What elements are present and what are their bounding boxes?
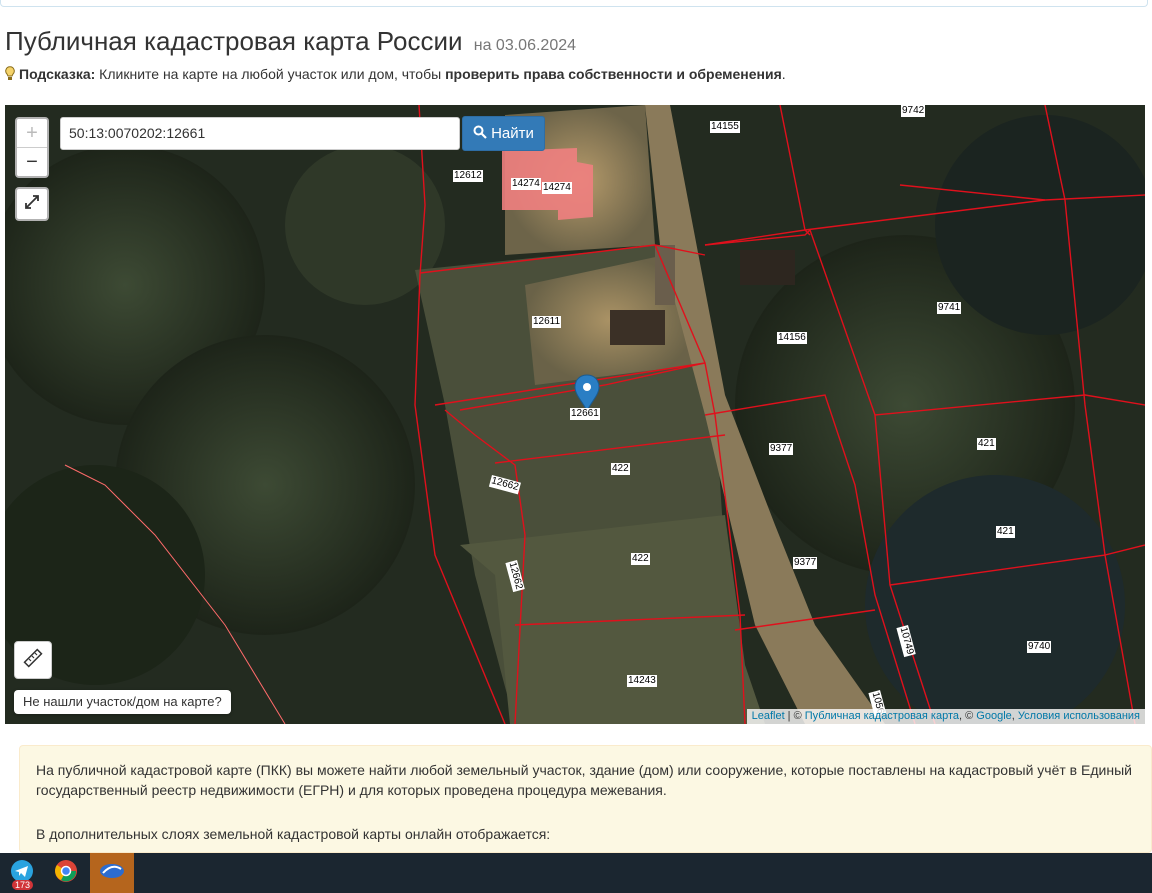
parcel-number-label[interactable]: 422 xyxy=(631,553,650,565)
top-panel-edge xyxy=(0,0,1148,7)
parcel-number-label[interactable]: 422 xyxy=(611,463,630,475)
not-found-button[interactable]: Не нашли участок/дом на карте? xyxy=(14,690,231,714)
pkk-link[interactable]: Публичная кадастровая карта xyxy=(805,710,959,722)
hint-text: Кликните на карте на любой участок или д… xyxy=(95,66,446,82)
taskbar-app[interactable] xyxy=(90,853,134,893)
find-button[interactable]: Найти xyxy=(462,116,545,151)
parcel-number-label[interactable]: 14156 xyxy=(777,332,807,344)
cadastral-search-input[interactable]: 50:13:0070202:12661 xyxy=(60,117,460,150)
info-box: На публичной кадастровой карте (ПКК) вы … xyxy=(19,745,1152,853)
zoom-control: + − xyxy=(15,117,49,178)
map-attribution: Leaflet | © Публичная кадастровая карта,… xyxy=(746,709,1145,724)
parcel-number-label[interactable]: 12611 xyxy=(532,316,562,328)
parcel-number-label[interactable]: 9741 xyxy=(937,302,962,314)
parcel-number-label[interactable]: 9740 xyxy=(1027,641,1052,653)
terms-link[interactable]: Условия использования xyxy=(1018,710,1140,722)
hint-label: Подсказка: xyxy=(19,66,96,82)
parcel-number-label[interactable]: 14274 xyxy=(542,182,572,194)
lightbulb-icon xyxy=(5,66,15,84)
taskbar: 173 xyxy=(0,853,1152,893)
chrome-icon xyxy=(54,859,78,888)
parcel-number-label[interactable]: 9742 xyxy=(901,105,926,117)
page-title: Публичная кадастровая карта России на 03… xyxy=(5,26,576,57)
info-paragraph: В дополнительных слоях земельной кадастр… xyxy=(36,826,551,842)
find-button-label: Найти xyxy=(491,125,534,142)
info-paragraph: На публичной кадастровой карте (ПКК) вы … xyxy=(36,762,1132,798)
parcel-number-label[interactable]: 12661 xyxy=(570,408,600,420)
page-date: на 03.06.2024 xyxy=(473,37,577,54)
hint-bold-text: проверить права собственности и обремене… xyxy=(445,66,782,82)
parcel-number-label[interactable]: 421 xyxy=(996,526,1015,538)
leaflet-link[interactable]: Leaflet xyxy=(752,710,785,722)
parcel-number-label[interactable]: 12612 xyxy=(453,170,483,182)
zoom-in-button[interactable]: + xyxy=(17,119,47,148)
parcel-number-label[interactable]: 9377 xyxy=(769,443,794,455)
fullscreen-button[interactable] xyxy=(15,187,49,221)
taskbar-telegram[interactable]: 173 xyxy=(0,853,44,893)
parcel-number-label[interactable]: 9377 xyxy=(793,557,818,569)
hint-text-end: . xyxy=(781,66,786,82)
google-link[interactable]: Google xyxy=(976,710,1011,722)
measure-button[interactable] xyxy=(14,641,52,679)
attribution-separator: , © xyxy=(959,710,977,722)
page-title-text: Публичная кадастровая карта России xyxy=(5,26,463,56)
parcel-number-label[interactable]: 14274 xyxy=(511,178,541,190)
ruler-icon xyxy=(23,647,43,673)
cadastral-map[interactable]: 14155 9742 12612 14274 14274 12611 9741 14156 12… xyxy=(5,105,1145,724)
parcel-number-label[interactable]: 421 xyxy=(977,438,996,450)
telegram-badge: 173 xyxy=(12,880,34,890)
parcel-number-label[interactable]: 14243 xyxy=(627,675,657,687)
parcel-number-label[interactable]: 14155 xyxy=(710,121,740,133)
zoom-out-button[interactable]: − xyxy=(17,148,47,176)
search-icon xyxy=(473,125,487,143)
attribution-separator: | © xyxy=(784,710,805,722)
taskbar-chrome[interactable] xyxy=(44,853,88,893)
hint-line: Подсказка: Кликните на карте на любой уч… xyxy=(5,66,786,84)
app-icon xyxy=(99,861,125,886)
expand-icon xyxy=(24,194,40,215)
